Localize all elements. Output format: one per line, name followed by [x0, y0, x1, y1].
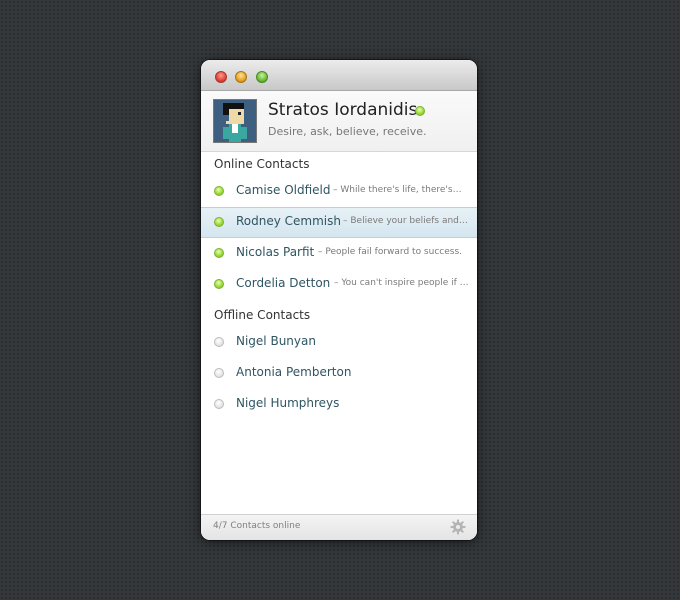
offline-contacts-list: Nigel Bunyan Antonia Pemberton Nigel Hum… [201, 327, 477, 420]
contact-name: Antonia Pemberton [236, 365, 352, 379]
presence-offline-icon [214, 399, 224, 409]
contacts-window: Stratos Iordanidis Desire, ask, believe,… [201, 60, 477, 540]
online-contacts-heading: Online Contacts [214, 157, 310, 171]
online-contacts-list: Camise Oldfield – While there's life, th… [201, 176, 477, 300]
contact-name: Nigel Bunyan [236, 334, 316, 348]
presence-online-icon [214, 248, 224, 258]
my-presence-online-icon[interactable] [415, 106, 425, 116]
presence-offline-icon [214, 368, 224, 378]
profile-header: Stratos Iordanidis Desire, ask, believe,… [201, 91, 477, 152]
contact-status-message: – Believe your beliefs and doubt your do… [343, 216, 470, 226]
contact-row[interactable]: Cordelia Detton – You can't inspire peop… [201, 269, 477, 300]
profile-name: Stratos Iordanidis [268, 100, 418, 120]
contact-status-message: – You can't inspire people if you aren't… [334, 278, 470, 288]
contact-name: Nigel Humphreys [236, 396, 340, 410]
contact-row[interactable]: Nigel Humphreys [201, 389, 477, 420]
presence-online-icon [214, 279, 224, 289]
contact-row[interactable]: Antonia Pemberton [201, 358, 477, 389]
close-window-icon[interactable] [215, 71, 227, 83]
contact-row[interactable]: Camise Oldfield – While there's life, th… [201, 176, 477, 207]
title-bar[interactable] [201, 60, 477, 91]
contact-name: Nicolas Parfit [236, 245, 315, 259]
profile-tagline[interactable]: Desire, ask, believe, receive. [268, 125, 427, 138]
offline-contacts-heading: Offline Contacts [214, 308, 311, 322]
contact-row[interactable]: Nigel Bunyan [201, 327, 477, 358]
online-count: 4/7 Contacts online [213, 521, 301, 531]
avatar[interactable] [213, 99, 257, 143]
presence-online-icon [214, 217, 224, 227]
status-footer: 4/7 Contacts online [201, 514, 477, 540]
contact-status-message: – While there's life, there's hope. [333, 185, 463, 195]
gear-icon[interactable] [450, 519, 466, 535]
contact-name: Rodney Cemmish [236, 214, 341, 228]
contact-row[interactable]: Nicolas Parfit – People fail forward to … [201, 238, 477, 269]
presence-online-icon [214, 186, 224, 196]
presence-offline-icon [214, 337, 224, 347]
minimize-window-icon[interactable] [235, 71, 247, 83]
contact-status-message: – People fail forward to success. [318, 247, 462, 257]
contact-name: Cordelia Detton [236, 276, 331, 290]
contact-row[interactable]: Rodney Cemmish – Believe your beliefs an… [201, 207, 477, 238]
zoom-window-icon[interactable] [256, 71, 268, 83]
contact-name: Camise Oldfield [236, 183, 331, 197]
